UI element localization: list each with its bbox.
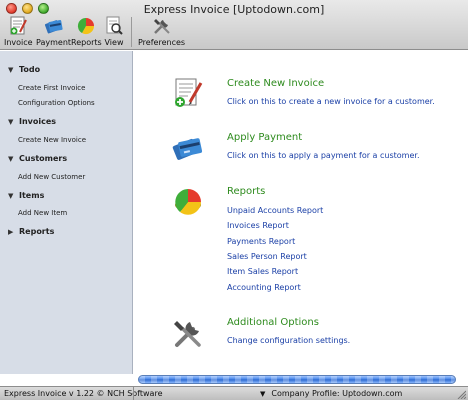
status-divider — [133, 387, 134, 400]
payment-button-label: Payment — [36, 38, 72, 47]
disclosure-open-icon: ▼ — [8, 65, 14, 74]
payment-button[interactable]: Payment — [36, 16, 71, 50]
sidebar-section-label: Reports — [19, 227, 55, 236]
additional-options-heading[interactable]: Additional Options — [227, 317, 319, 328]
activity-progress-bar — [138, 375, 456, 384]
sidebar-section-label: Todo — [19, 65, 41, 74]
toolbar-separator — [131, 17, 132, 47]
sidebar-item-add-new-customer[interactable]: Add New Customer — [18, 173, 85, 181]
preferences-button[interactable]: Preferences — [138, 16, 185, 50]
sidebar-section-reports[interactable]: ▶ Reports — [8, 227, 54, 236]
create-new-invoice-heading[interactable]: Create New Invoice — [227, 78, 324, 89]
reports-icon — [78, 17, 95, 35]
reports-button-label: Reports — [71, 38, 102, 47]
sidebar-item-create-first-invoice[interactable]: Create First Invoice — [18, 84, 85, 92]
disclosure-open-icon: ▼ — [8, 117, 14, 126]
create-new-invoice-link[interactable]: Click on this to create a new invoice fo… — [227, 97, 435, 106]
invoice-button[interactable]: Invoice — [4, 16, 33, 50]
sidebar-section-label: Customers — [19, 154, 68, 163]
create-invoice-icon[interactable] — [172, 77, 204, 109]
sidebar-item-create-new-invoice[interactable]: Create New Invoice — [18, 136, 86, 144]
apply-payment-icon[interactable] — [172, 132, 204, 164]
progress-fill — [139, 376, 455, 383]
payments-report-link[interactable]: Payments Report — [227, 237, 295, 246]
view-icon — [106, 16, 123, 35]
reports-pie-icon[interactable] — [172, 185, 204, 217]
resize-grip-icon[interactable] — [456, 389, 466, 399]
company-profile-selector[interactable]: ▼ Company Profile: Uptodown.com — [260, 389, 402, 398]
main-panel: Create New Invoice Click on this to crea… — [134, 51, 468, 374]
invoice-button-label: Invoice — [4, 38, 33, 47]
window-title: Express Invoice [Uptodown.com] — [143, 3, 325, 16]
company-profile-label: Company Profile: Uptodown.com — [271, 389, 403, 398]
window-toolbar: Express Invoice [Uptodown.com] Invoice P… — [0, 0, 468, 50]
accounting-report-link[interactable]: Accounting Report — [227, 283, 301, 292]
payment-icon — [44, 20, 63, 34]
tools-icon[interactable] — [172, 317, 204, 349]
sidebar-section-items[interactable]: ▼ Items — [8, 191, 44, 200]
sales-person-report-link[interactable]: Sales Person Report — [227, 252, 307, 261]
status-bar: Express Invoice v 1.22 © NCH Software ▼ … — [0, 386, 468, 400]
change-configuration-link[interactable]: Change configuration settings. — [227, 336, 350, 345]
sidebar-section-todo[interactable]: ▼ Todo — [8, 65, 40, 74]
apply-payment-heading[interactable]: Apply Payment — [227, 132, 302, 143]
disclosure-open-icon: ▼ — [8, 154, 14, 163]
reports-heading[interactable]: Reports — [227, 186, 265, 197]
sidebar-item-add-new-item[interactable]: Add New Item — [18, 209, 67, 217]
sidebar-item-configuration-options[interactable]: Configuration Options — [18, 99, 95, 107]
invoice-icon — [10, 16, 28, 35]
disclosure-closed-icon: ▶ — [8, 227, 14, 236]
unpaid-accounts-report-link[interactable]: Unpaid Accounts Report — [227, 206, 323, 215]
disclosure-open-icon: ▼ — [8, 191, 14, 200]
view-button[interactable]: View — [104, 16, 124, 50]
version-text: Express Invoice v 1.22 © NCH Software — [4, 389, 163, 398]
sidebar-section-label: Items — [19, 191, 45, 200]
invoices-report-link[interactable]: Invoices Report — [227, 221, 289, 230]
sidebar: ▼ Todo Create First Invoice Configuratio… — [0, 51, 133, 374]
tools-icon — [153, 19, 170, 34]
sidebar-section-invoices[interactable]: ▼ Invoices — [8, 117, 56, 126]
dropdown-arrow-icon: ▼ — [260, 389, 266, 398]
sidebar-section-customers[interactable]: ▼ Customers — [8, 154, 67, 163]
reports-button[interactable]: Reports — [71, 16, 102, 50]
preferences-button-label: Preferences — [138, 38, 186, 47]
apply-payment-link[interactable]: Click on this to apply a payment for a c… — [227, 151, 419, 160]
sidebar-section-label: Invoices — [19, 117, 57, 126]
view-button-label: View — [104, 38, 124, 47]
item-sales-report-link[interactable]: Item Sales Report — [227, 267, 298, 276]
